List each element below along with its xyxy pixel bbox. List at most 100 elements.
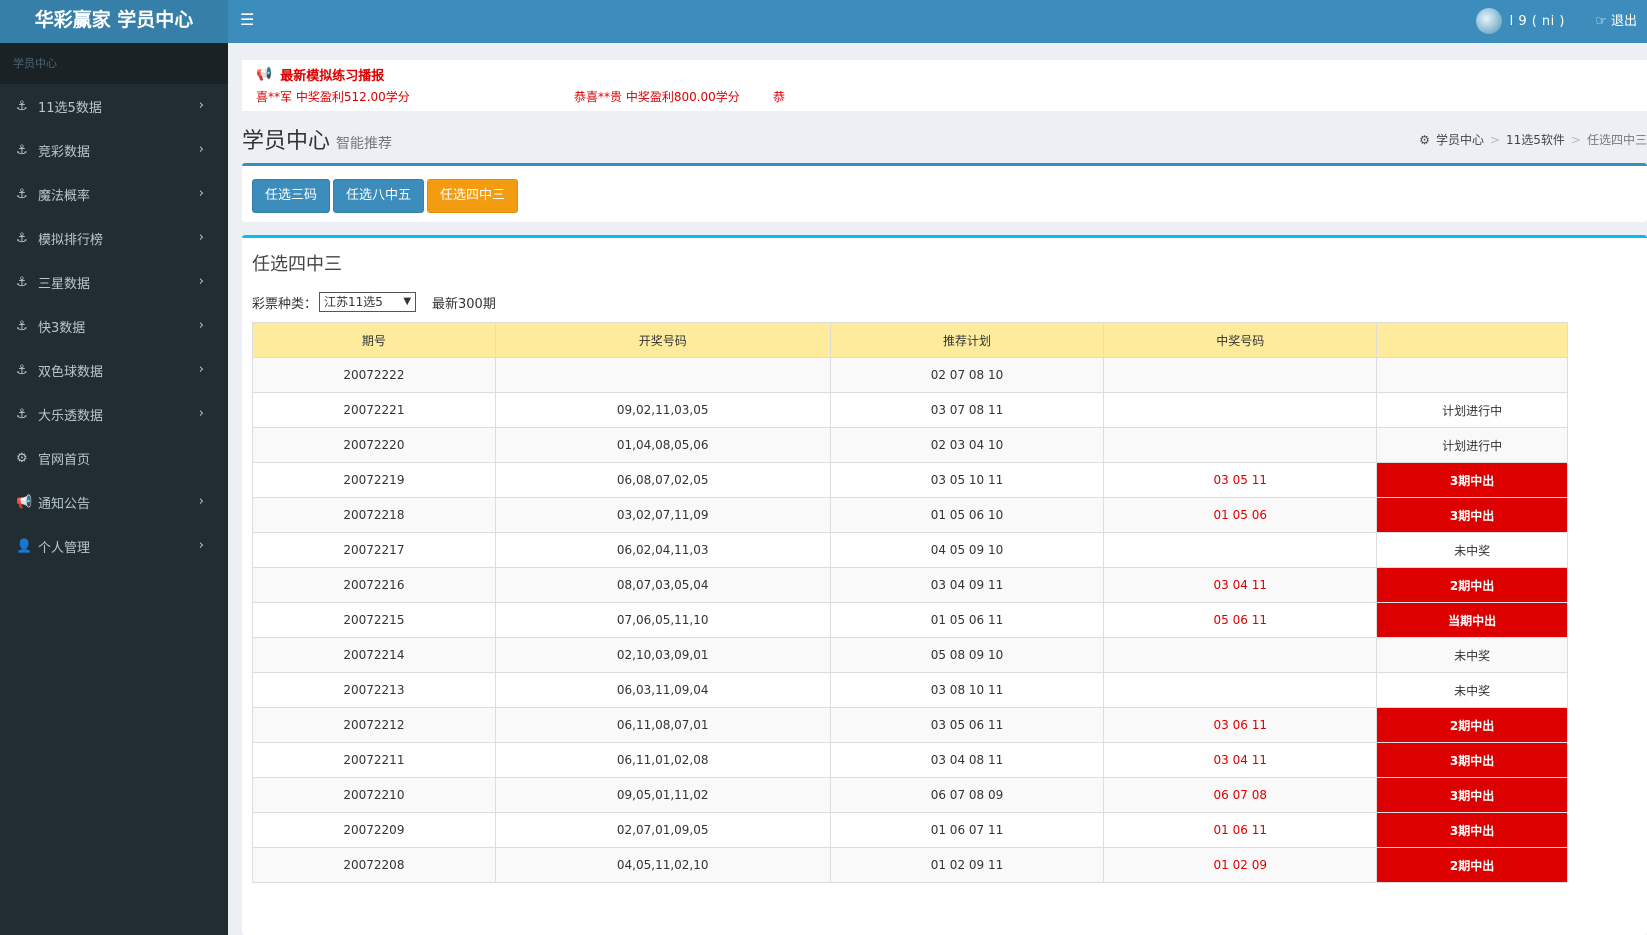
cell-draw-numbers: 03,02,07,11,09 bbox=[494, 497, 831, 533]
anchor-icon: ⚓ bbox=[16, 186, 28, 202]
cell-plan: 03 04 08 11 bbox=[829, 742, 1105, 778]
thumbs-up-icon: ☞ bbox=[1595, 13, 1607, 29]
top-navbar: 华彩赢家 学员中心 ☰ l 9 ( ni ) ☞ 退出 bbox=[0, 0, 1647, 43]
cell-plan: 01 05 06 10 bbox=[829, 497, 1105, 533]
column-header-status bbox=[1376, 322, 1568, 358]
chevron-right-icon: › bbox=[198, 98, 204, 113]
cell-draw-numbers: 06,08,07,02,05 bbox=[494, 462, 831, 498]
breadcrumb-item[interactable]: 11选5软件 bbox=[1506, 131, 1565, 148]
plan-button-renxuan-sizhongsan[interactable]: 任选四中三 bbox=[427, 179, 518, 213]
cell-draw-numbers: 02,07,01,09,05 bbox=[494, 812, 831, 848]
sidebar-item[interactable]: ⚓ 竞彩数据 › bbox=[0, 128, 228, 172]
table-row: 20072215 07,06,05,11,10 01 05 06 11 05 06 1… bbox=[252, 602, 1568, 638]
broadcast-title: 最新模拟练习播报 bbox=[280, 69, 385, 84]
lottery-type-select[interactable]: 江苏11选5 ▼ bbox=[319, 292, 417, 312]
cell-status: 未中奖 bbox=[1376, 532, 1568, 568]
anchor-icon: ⚓ bbox=[16, 142, 28, 158]
sidebar-item[interactable]: ⚓ 11选5数据 › bbox=[0, 84, 228, 128]
sidebar-item[interactable]: ⚓ 快3数据 › bbox=[0, 304, 228, 348]
sidebar-item-label: 大乐透数据 bbox=[38, 408, 104, 424]
table-row: 20072216 08,07,03,05,04 03 04 09 11 03 04 1… bbox=[252, 567, 1568, 603]
table-row: 20072214 02,10,03,09,01 05 08 09 10 未中奖 bbox=[252, 637, 1568, 673]
cell-plan: 03 05 06 11 bbox=[829, 707, 1105, 743]
table-row: 20072210 09,05,01,11,02 06 07 08 09 06 07 0… bbox=[252, 777, 1568, 813]
user-menu[interactable]: l 9 ( ni ) bbox=[1475, 8, 1565, 34]
cell-status: 计划进行中 bbox=[1376, 392, 1568, 428]
chevron-right-icon: › bbox=[198, 274, 204, 289]
broadcast-message: 恭喜**贵 中奖盈利800.00学分 bbox=[574, 90, 740, 104]
sidebar-item-label: 官网首页 bbox=[38, 452, 91, 468]
logout-label: 退出 bbox=[1610, 13, 1637, 29]
logout-button[interactable]: ☞ 退出 bbox=[1595, 0, 1637, 43]
cell-plan: 05 08 09 10 bbox=[829, 637, 1105, 673]
table-row: 20072222 02 07 08 10 bbox=[252, 357, 1568, 393]
table-row: 20072212 06,11,08,07,01 03 05 06 11 03 06 1… bbox=[252, 707, 1568, 743]
cell-plan: 06 07 08 09 bbox=[829, 777, 1105, 813]
cell-issue: 20072221 bbox=[252, 392, 496, 428]
cell-plan: 02 03 04 10 bbox=[829, 427, 1105, 463]
sidebar-item[interactable]: ⚓ 魔法概率 › bbox=[0, 172, 228, 216]
breadcrumb-separator: > bbox=[1570, 132, 1581, 147]
cell-issue: 20072210 bbox=[252, 777, 496, 813]
logo[interactable]: 华彩赢家 学员中心 bbox=[0, 0, 228, 43]
column-header-plan: 推荐计划 bbox=[829, 322, 1105, 358]
cell-status: 2期中出 bbox=[1376, 847, 1568, 883]
plan-button-renxuan-sanma[interactable]: 任选三码 bbox=[252, 179, 330, 213]
cell-issue: 20072208 bbox=[252, 847, 496, 883]
plan-button-renxuan-bazhongwu[interactable]: 任选八中五 bbox=[333, 179, 424, 213]
cell-draw-numbers: 06,11,01,02,08 bbox=[494, 742, 831, 778]
sidebar-item[interactable]: 👤 个人管理 › bbox=[0, 524, 228, 568]
cell-win-numbers: 01 05 06 bbox=[1103, 497, 1378, 533]
cell-status: 3期中出 bbox=[1376, 742, 1568, 778]
page-subtitle: 智能推荐 bbox=[336, 136, 393, 152]
cell-plan: 03 04 09 11 bbox=[829, 567, 1105, 603]
sidebar-item-label: 快3数据 bbox=[38, 320, 86, 336]
cell-win-numbers: 06 07 08 bbox=[1103, 777, 1378, 813]
cell-draw-numbers: 04,05,11,02,10 bbox=[494, 847, 831, 883]
cell-issue: 20072217 bbox=[252, 532, 496, 568]
cell-status: 2期中出 bbox=[1376, 567, 1568, 603]
lottery-type-value: 江苏11选5 bbox=[324, 295, 383, 309]
anchor-icon: ⚓ bbox=[16, 98, 28, 114]
sidebar-item[interactable]: ⚓ 模拟排行榜 › bbox=[0, 216, 228, 260]
cell-plan: 04 05 09 10 bbox=[829, 532, 1105, 568]
sidebar-item-label: 双色球数据 bbox=[38, 364, 104, 380]
cell-status: 3期中出 bbox=[1376, 777, 1568, 813]
sidebar-menu: ⚓ 11选5数据 › ⚓ 竞彩数据 › ⚓ 魔法概率 › ⚓ 模拟排行榜 › ⚓ 三星数据 › ⚓ 快3数据 › ⚓… bbox=[0, 84, 228, 568]
table-row: 20072211 06,11,01,02,08 03 04 08 11 03 04 1… bbox=[252, 742, 1568, 778]
sidebar-item-label: 模拟排行榜 bbox=[38, 232, 104, 248]
cell-win-numbers bbox=[1103, 357, 1378, 393]
sidebar-item[interactable]: ⚙ 官网首页 bbox=[0, 436, 228, 480]
cell-win-numbers bbox=[1103, 637, 1378, 673]
cell-issue: 20072213 bbox=[252, 672, 496, 708]
sidebar-item[interactable]: ⚓ 三星数据 › bbox=[0, 260, 228, 304]
table-row: 20072219 06,08,07,02,05 03 05 10 11 03 05 1… bbox=[252, 462, 1568, 498]
sidebar-item-label: 个人管理 bbox=[38, 540, 91, 556]
cell-issue: 20072222 bbox=[252, 357, 496, 393]
cell-draw-numbers: 06,11,08,07,01 bbox=[494, 707, 831, 743]
sidebar-item[interactable]: ⚓ 双色球数据 › bbox=[0, 348, 228, 392]
chevron-right-icon: › bbox=[198, 406, 204, 421]
cell-issue: 20072220 bbox=[252, 427, 496, 463]
cell-draw-numbers: 01,04,08,05,06 bbox=[494, 427, 831, 463]
cell-plan: 03 05 10 11 bbox=[829, 462, 1105, 498]
cell-draw-numbers bbox=[494, 357, 831, 393]
sidebar-toggle-icon[interactable]: ☰ bbox=[240, 0, 254, 43]
chevron-right-icon: › bbox=[198, 230, 204, 245]
sidebar-item[interactable]: ⚓ 大乐透数据 › bbox=[0, 392, 228, 436]
cell-issue: 20072209 bbox=[252, 812, 496, 848]
cell-draw-numbers: 08,07,03,05,04 bbox=[494, 567, 831, 603]
table-row: 20072218 03,02,07,11,09 01 05 06 10 01 05 0… bbox=[252, 497, 1568, 533]
table-row: 20072213 06,03,11,09,04 03 08 10 11 未中奖 bbox=[252, 672, 1568, 708]
avatar bbox=[1475, 8, 1502, 34]
cell-status: 2期中出 bbox=[1376, 707, 1568, 743]
broadcast-message: 喜**军 中奖盈利512.00学分 bbox=[256, 90, 410, 104]
breadcrumb-item[interactable]: 学员中心 bbox=[1436, 131, 1484, 148]
sidebar-item[interactable]: 📢 通知公告 › bbox=[0, 480, 228, 524]
cell-issue: 20072211 bbox=[252, 742, 496, 778]
cell-plan: 01 02 09 11 bbox=[829, 847, 1105, 883]
cell-win-numbers: 01 02 09 bbox=[1103, 847, 1378, 883]
cell-status: 3期中出 bbox=[1376, 497, 1568, 533]
table-row: 20072220 01,04,08,05,06 02 03 04 10 计划进行中 bbox=[252, 427, 1568, 463]
column-header-win: 中奖号码 bbox=[1103, 322, 1378, 358]
